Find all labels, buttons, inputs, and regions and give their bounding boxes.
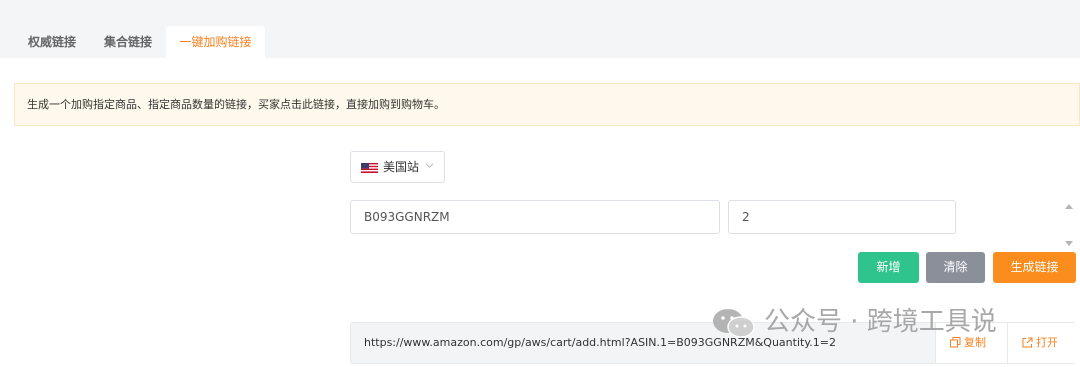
tab-add-to-cart-link[interactable]: 一键加购链接 (166, 26, 265, 58)
generate-link-button[interactable]: 生成链接 (993, 252, 1076, 283)
scroll-down-icon (1065, 241, 1073, 246)
us-flag-icon (361, 163, 378, 173)
external-link-icon (1022, 337, 1033, 348)
tab-collection-link[interactable]: 集合链接 (104, 26, 152, 58)
wechat-icon (713, 309, 755, 338)
quantity-input[interactable]: 2 (728, 200, 956, 234)
site-select[interactable]: 美国站 (350, 151, 445, 183)
site-select-label: 美国站 (383, 160, 420, 174)
scroll-up-icon (1065, 204, 1073, 209)
info-notice: 生成一个加购指定商品、指定商品数量的链接，买家点击此链接，直接加购到购物车。 (14, 83, 1080, 126)
clear-button[interactable]: 清除 (926, 252, 985, 283)
open-button[interactable]: 打开 (1007, 323, 1076, 363)
asin-input[interactable]: B093GGNRZM (350, 200, 720, 234)
tab-authority-link[interactable]: 权威链接 (28, 26, 76, 58)
open-label: 打开 (1036, 336, 1058, 349)
add-button[interactable]: 新增 (858, 252, 919, 283)
tab-bar: 权威链接 集合链接 一键加购链接 (0, 0, 1080, 58)
scrollbar[interactable] (1062, 200, 1076, 250)
chevron-down-icon (425, 163, 434, 168)
watermark-text: 公众号 · 跨境工具说 (764, 307, 997, 337)
